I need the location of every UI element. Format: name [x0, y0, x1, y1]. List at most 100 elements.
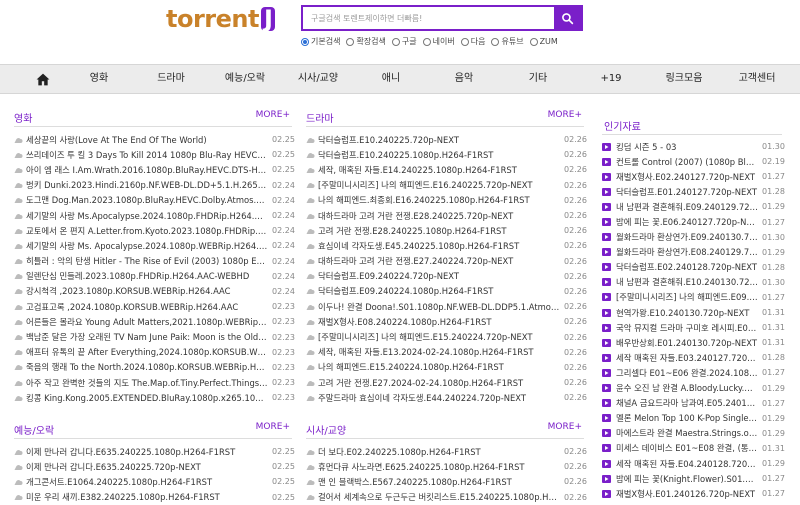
section-title[interactable]: 예능/오락 — [14, 422, 54, 437]
more-link[interactable]: MORE+ — [548, 110, 582, 120]
radio-button[interactable] — [529, 37, 538, 46]
item-title[interactable]: 애프터 유톡의 끝 After Everything,2024.1080p.KO… — [26, 346, 272, 358]
item-title[interactable]: 교토에서 온 편지 A.Letter.from.Kyoto.2023.1080p… — [26, 225, 272, 237]
list-item[interactable]: 세작 매혹된 자들.E03.240127.720p-NEXT 01.28 — [602, 350, 785, 365]
item-title[interactable]: 닥터슬럼프.E10.240225.720p-NEXT — [318, 134, 564, 146]
list-item[interactable]: 걸어서 세계속으로 두근두근 버킷리스트.E15.240225.1080p.H2… — [306, 490, 587, 505]
item-title[interactable]: 밤에 피는 꽃(Knight.Flower).S01.E05.240126 — [616, 473, 762, 485]
list-item[interactable]: 맨 인 블랙박스.E567.240225.1080p.H264-F1RST 02.… — [306, 474, 587, 489]
list-item[interactable]: 세상끝의 사랑(Love At The End Of The World) 02.… — [14, 132, 295, 147]
list-item[interactable]: 나의 해피엔드.E15.240224.1080p.H264-F1RST 02.26 — [306, 360, 587, 375]
item-title[interactable]: [주말미니시리즈] 나의 해피엔드.E15.240224.720p-NEXT — [318, 331, 564, 343]
search-button[interactable] — [554, 7, 581, 29]
list-item[interactable]: 백남준 달은 가장 오래된 TV Nam June Paik: Moon is … — [14, 329, 295, 344]
search-mode-option[interactable]: 확장검색 — [346, 36, 386, 47]
list-item[interactable]: 킹콩 King.Kong.2005.EXTENDED.BluRay.1080p.… — [14, 390, 295, 405]
list-item[interactable]: 세기말의 사랑 Ms. Apocalypse.2024.1080p.WEBRip… — [14, 238, 295, 253]
item-title[interactable]: 킹콩 King.Kong.2005.EXTENDED.BluRay.1080p.… — [26, 392, 272, 404]
list-item[interactable]: 그리셀다 E01~E06 완결.2024.1080p 01.27 — [602, 365, 785, 380]
item-title[interactable]: 마에스트라 완결 Maestra.Strings.of.Truth.E01-E1… — [616, 427, 762, 439]
list-item[interactable]: 강시척격 ,2023.1080p.KORSUB.WEBRip.H264.AAC 0… — [14, 284, 295, 299]
list-item[interactable]: 고검표고록 ,2024.1080p.KORSUB.WEBRip.H264.AAC… — [14, 299, 295, 314]
list-item[interactable]: 채널A 금요드라마 남과여.E05.240126.720p-NEXT01.27 — [602, 396, 785, 411]
list-item[interactable]: 닥터슬럼프.E01.240127.720p-NEXT 01.28 — [602, 184, 785, 199]
item-title[interactable]: 주말드라마 효심이네 각자도생.E44.240224.720p-NEXT — [318, 392, 564, 404]
item-title[interactable]: 밤에 피는 꽃.E06.240127.720p-NEXT — [616, 216, 762, 228]
nav-anime[interactable]: 애니 — [382, 65, 400, 93]
list-item[interactable]: 내 남편과 결혼해줘.E10.240130.720p-NEXT01.30 — [602, 275, 785, 290]
item-title[interactable]: 나의 해피엔드.E15.240224.1080p.H264-F1RST — [318, 361, 564, 373]
list-item[interactable]: 세기말의 사랑 Ms.Apocalypse.2024.1080p.FHDRip.… — [14, 208, 295, 223]
item-title[interactable]: 세작 매혹된 자들.E03.240127.720p-NEXT — [616, 352, 762, 364]
list-item[interactable]: 윤수 오진 남 완결 A.Bloody.Lucky.Day.E01-E1001.… — [602, 381, 785, 396]
list-item[interactable]: 국악 뮤지컬 드라마 구미호 레시피.E01~E04 완결01.31 — [602, 320, 785, 335]
item-title[interactable]: 휴먼다큐 사노라면.E625.240225.1080p.H264-F1RST — [318, 461, 564, 473]
item-title[interactable]: 걸어서 세계속으로 두근두근 버킷리스트.E15.240225.1080p.H2… — [318, 491, 564, 503]
item-title[interactable]: 어른들은 몰라요 Young Adult Matters,2021.1080p.… — [26, 316, 272, 328]
list-item[interactable]: 닥터슬럼프.E09.240224.720p-NEXT 02.26 — [306, 269, 587, 284]
item-title[interactable]: 이두나! 완결 Doona!.S01.1080p.NF.WEB-DL.DDP5.… — [318, 301, 564, 313]
item-title[interactable]: 이제 만나러 갑니다.E635.240225.1080p.H264-F1RST — [26, 446, 272, 458]
item-title[interactable]: [주말미니시리즈] 나의 해피엔드.E16.240225.720p-NEXT — [318, 179, 564, 191]
item-title[interactable]: 닥터슬럼프.E10.240225.1080p.H264-F1RST — [318, 149, 564, 161]
item-title[interactable]: 현역가왕.E10.240130.720p-NEXT — [616, 307, 762, 319]
item-title[interactable]: 세기말의 사랑 Ms.Apocalypse.2024.1080p.FHDRip.… — [26, 210, 272, 222]
item-title[interactable]: 닥터슬럼프.E01.240127.720p-NEXT — [616, 186, 762, 198]
nav-music[interactable]: 음악 — [455, 65, 473, 93]
list-item[interactable]: 세작, 매혹된 자들.E14.240225.1080p.H264-F1RST 02… — [306, 162, 587, 177]
search-mode-option[interactable]: 다음 — [460, 36, 485, 47]
item-title[interactable]: 나의 해피엔드.최종회.E16.240225.1080p.H264-F1RST — [318, 194, 564, 206]
item-title[interactable]: 아주 작고 완벽한 것들의 지도 The.Map.of.Tiny.Perfect… — [26, 377, 272, 389]
list-item[interactable]: 벙키 Dunki.2023.Hindi.2160p.NF.WEB-DL.DD+5… — [14, 178, 295, 193]
item-title[interactable]: 미운 우리 새끼.E382.240225.1080p.H264-F1RST — [26, 491, 272, 503]
item-title[interactable]: 백남준 달은 가장 오래된 TV Nam June Paik: Moon is … — [26, 331, 272, 343]
radio-button[interactable] — [460, 37, 469, 46]
item-title[interactable]: 킹덤 시즌 5 - 03 — [616, 141, 762, 153]
list-item[interactable]: 히틀러 : 악의 탄생 Hitler - The Rise of Evil (2… — [14, 254, 295, 269]
item-title[interactable]: 벙키 Dunki.2023.Hindi.2160p.NF.WEB-DL.DD+5… — [26, 179, 272, 191]
item-title[interactable]: 대하드라마 고려 거란 전쟁.E27.240224.720p-NEXT — [318, 255, 564, 267]
item-title[interactable]: 채널A 금요드라마 남과여.E05.240126.720p-NEXT — [616, 397, 762, 409]
item-title[interactable]: 컨트롤 Control (2007) (1080p BluRay x265 10… — [616, 156, 762, 168]
nav-etc[interactable]: 기타 — [529, 65, 547, 93]
section-title[interactable]: 드라마 — [306, 110, 334, 125]
section-title[interactable]: 시사/교양 — [306, 422, 346, 437]
list-item[interactable]: 이제 만나러 갑니다.E635.240225.720p-NEXT 02.25 — [14, 459, 295, 474]
item-title[interactable]: 일렌단심 민들레.2023.1080p.FHDRip.H264.AAC-WEBH… — [26, 270, 272, 282]
search-mode-option[interactable]: 구글 — [391, 36, 417, 47]
list-item[interactable]: 멜론 Melon Top 100 K-Pop Singles Chart01.2… — [602, 411, 785, 426]
item-title[interactable]: 미세스 데이비스 E01~E08 완결, (통합자막) — [616, 442, 762, 454]
item-title[interactable]: 세작 매혹된 자들.E04.240128.720p-NEXT — [616, 458, 762, 470]
list-item[interactable]: 효심이네 각자도생.E45.240225.1080p.H264-F1RST 02.… — [306, 238, 587, 253]
item-title[interactable]: 세기말의 사랑 Ms. Apocalypse.2024.1080p.WEBRip… — [26, 240, 272, 252]
item-title[interactable]: 대하드라마 고려 거란 전쟁.E28.240225.720p-NEXT — [318, 210, 564, 222]
list-item[interactable]: [주말미니시리즈] 나의 해피엔드.E15.240224.720p-NEXT 02… — [306, 329, 587, 344]
list-item[interactable]: 닥터슬럼프.E02.240128.720p-NEXT 01.28 — [602, 260, 785, 275]
list-item[interactable]: 아주 작고 완벽한 것들의 지도 The.Map.of.Tiny.Perfect… — [14, 375, 295, 390]
list-item[interactable]: [주말미니시리즈] 나의 해피엔드.E16.240225.720p-NEXT 02… — [306, 178, 587, 193]
item-title[interactable]: 내 남편과 결혼해줘.E09.240129.720p-NEXT — [616, 201, 762, 213]
item-title[interactable]: 내 남편과 결혼해줘.E10.240130.720p-NEXT — [616, 276, 762, 288]
nav-adult[interactable]: +19 — [600, 65, 621, 93]
item-title[interactable]: 고검표고록 ,2024.1080p.KORSUB.WEBRip.H264.AAC — [26, 301, 272, 313]
item-title[interactable]: 세상끝의 사랑(Love At The End Of The World) — [26, 134, 272, 146]
item-title[interactable]: 그리셀다 E01~E06 완결.2024.1080p — [616, 367, 762, 379]
section-title[interactable]: 영화 — [14, 110, 32, 125]
list-item[interactable]: 컨트롤 Control (2007) (1080p BluRay x265 10… — [602, 154, 785, 169]
nav-docs[interactable]: 시사/교양 — [298, 65, 338, 93]
list-item[interactable]: 대하드라마 고려 거란 전쟁.E28.240225.720p-NEXT 02.26 — [306, 208, 587, 223]
list-item[interactable]: 고려 거란 전쟁.E28.240225.1080p.H264-F1RST 02.2… — [306, 223, 587, 238]
list-item[interactable]: 밤에 피는 꽃.E06.240127.720p-NEXT 01.27 — [602, 214, 785, 229]
radio-button[interactable] — [491, 37, 500, 46]
nav-movies[interactable]: 영화 — [90, 65, 108, 93]
list-item[interactable]: 아이 엠 래스 I.Am.Wrath.2016.1080p.BluRay.HEV… — [14, 162, 295, 177]
radio-button[interactable] — [422, 37, 431, 46]
item-title[interactable]: 재벌X형사.E02.240127.720p-NEXT — [616, 171, 762, 183]
list-item[interactable]: 재벌X형사.E02.240127.720p-NEXT 01.27 — [602, 169, 785, 184]
search-mode-option[interactable]: ZUM — [529, 36, 558, 47]
list-item[interactable]: 어른들은 몰라요 Young Adult Matters,2021.1080p.… — [14, 314, 295, 329]
list-item[interactable]: 마에스트라 완결 Maestra.Strings.of.Truth.E01-E1… — [602, 426, 785, 441]
list-item[interactable]: 월화드라마 환상연가.E08.240129.720p-NEXT01.29 — [602, 245, 785, 260]
item-title[interactable]: 멜론 Melon Top 100 K-Pop Singles Chart — [616, 412, 762, 424]
nav-drama[interactable]: 드라마 — [157, 65, 185, 93]
